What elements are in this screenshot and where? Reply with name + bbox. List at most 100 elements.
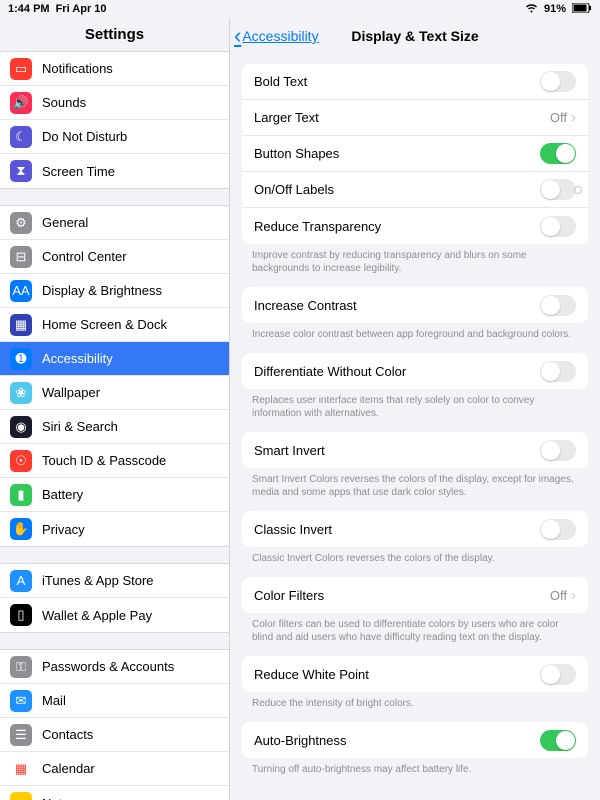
notes-icon: ≡ bbox=[10, 792, 32, 800]
wifi-icon bbox=[525, 3, 538, 16]
sidebar-item-dnd[interactable]: ☾ Do Not Disturb bbox=[0, 120, 229, 154]
battery-icon bbox=[572, 3, 592, 16]
section-footer: Improve contrast by reducing transparenc… bbox=[230, 244, 600, 277]
section-footer: Reduce the intensity of bright colors. bbox=[230, 692, 600, 712]
row-label: Differentiate Without Color bbox=[254, 364, 540, 379]
row-increase-contrast[interactable]: Increase Contrast bbox=[242, 287, 588, 323]
button-shapes-switch[interactable] bbox=[540, 143, 576, 164]
row-label: Increase Contrast bbox=[254, 298, 540, 313]
reduce-white-point-switch[interactable] bbox=[540, 664, 576, 685]
mail-icon: ✉ bbox=[10, 690, 32, 712]
row-larger-text[interactable]: Larger TextOff › bbox=[242, 100, 588, 136]
sidebar-item-privacy[interactable]: ✋Privacy bbox=[0, 512, 229, 546]
smart-invert-switch[interactable] bbox=[540, 440, 576, 461]
auto-brightness-switch[interactable] bbox=[540, 730, 576, 751]
sidebar-item-label: Wallpaper bbox=[42, 385, 100, 400]
section-footer: Classic Invert Colors reverses the color… bbox=[230, 547, 600, 567]
sidebar-item-label: Sounds bbox=[42, 95, 86, 110]
sidebar-item-screentime[interactable]: ⧗ Screen Time bbox=[0, 154, 229, 188]
sidebar-item-notes[interactable]: ≡ Notes bbox=[0, 786, 229, 800]
row-button-shapes[interactable]: Button Shapes bbox=[242, 136, 588, 172]
row-label: Auto-Brightness bbox=[254, 733, 540, 748]
onoff-labels-switch[interactable] bbox=[540, 179, 576, 200]
sounds-icon: 🔊 bbox=[10, 92, 32, 114]
sidebar-item-display[interactable]: AA Display & Brightness bbox=[0, 274, 229, 308]
sidebar-item-label: Notes bbox=[42, 796, 76, 800]
sidebar-item-homescreen[interactable]: ▦ Home Screen & Dock bbox=[0, 308, 229, 342]
row-reduce-white-point[interactable]: Reduce White Point bbox=[242, 656, 588, 692]
increase-contrast-switch[interactable] bbox=[540, 295, 576, 316]
bold-text-switch[interactable] bbox=[540, 71, 576, 92]
sidebar-item-label: Touch ID & Passcode bbox=[42, 453, 166, 468]
row-diff-without-color[interactable]: Differentiate Without Color bbox=[242, 353, 588, 389]
sidebar-item-label: Screen Time bbox=[42, 164, 115, 179]
calendar-icon: ▦ bbox=[10, 758, 32, 780]
screentime-icon: ⧗ bbox=[10, 160, 32, 182]
section-footer: Increase color contrast between app fore… bbox=[230, 323, 600, 343]
wallet-icon: ▯ bbox=[10, 604, 32, 626]
row-color-filters[interactable]: Color FiltersOff› bbox=[242, 577, 588, 613]
sidebar-item-battery[interactable]: ▮Battery bbox=[0, 478, 229, 512]
nav-bar: Accessibility Display & Text Size bbox=[230, 18, 600, 54]
passwords-icon: ⚿ bbox=[10, 656, 32, 678]
touchid-icon: ☉ bbox=[10, 450, 32, 472]
sidebar-item-mail[interactable]: ✉Mail bbox=[0, 684, 229, 718]
sidebar-title: Settings bbox=[0, 18, 229, 51]
display-icon: AA bbox=[10, 280, 32, 302]
sidebar-item-label: Siri & Search bbox=[42, 419, 118, 434]
sidebar-item-label: Home Screen & Dock bbox=[42, 317, 167, 332]
row-reduce-transparency[interactable]: Reduce Transparency bbox=[242, 208, 588, 244]
row-onoff-labels[interactable]: On/Off Labels bbox=[242, 172, 588, 208]
row-value: Off bbox=[550, 110, 567, 125]
section-footer: Color filters can be used to differentia… bbox=[230, 613, 600, 646]
sidebar-item-touchid[interactable]: ☉ Touch ID & Passcode bbox=[0, 444, 229, 478]
sidebar-item-wallpaper[interactable]: ❀Wallpaper bbox=[0, 376, 229, 410]
sidebar-item-sounds[interactable]: 🔊 Sounds bbox=[0, 86, 229, 120]
sidebar-item-label: Contacts bbox=[42, 727, 93, 742]
status-time: 1:44 PM bbox=[8, 3, 50, 15]
sidebar-item-label: Calendar bbox=[42, 761, 95, 776]
controlcenter-icon: ⊟ bbox=[10, 246, 32, 268]
main-panel: Accessibility Display & Text Size Bold T… bbox=[230, 18, 600, 800]
sidebar-item-controlcenter[interactable]: ⊟ Control Center bbox=[0, 240, 229, 274]
sidebar-item-label: Accessibility bbox=[42, 351, 113, 366]
sidebar-item-itunes[interactable]: AiTunes & App Store bbox=[0, 564, 229, 598]
row-classic-invert[interactable]: Classic Invert bbox=[242, 511, 588, 547]
section-footer: Replaces user interface items that rely … bbox=[230, 389, 600, 422]
sidebar-item-label: Control Center bbox=[42, 249, 127, 264]
homescreen-icon: ▦ bbox=[10, 314, 32, 336]
sidebar-item-label: iTunes & App Store bbox=[42, 573, 154, 588]
back-button[interactable]: Accessibility bbox=[230, 23, 319, 49]
sidebar-item-contacts[interactable]: ☰Contacts bbox=[0, 718, 229, 752]
sidebar-item-label: Display & Brightness bbox=[42, 283, 162, 298]
classic-invert-switch[interactable] bbox=[540, 519, 576, 540]
section-footer: Turning off auto-brightness may affect b… bbox=[230, 758, 600, 778]
row-label: On/Off Labels bbox=[254, 182, 540, 197]
privacy-icon: ✋ bbox=[10, 518, 32, 540]
status-date: Fri Apr 10 bbox=[56, 3, 107, 15]
row-value: Off bbox=[550, 588, 567, 603]
general-icon: ⚙ bbox=[10, 212, 32, 234]
row-smart-invert[interactable]: Smart Invert bbox=[242, 432, 588, 468]
dnd-icon: ☾ bbox=[10, 126, 32, 148]
row-label: Larger Text bbox=[254, 110, 550, 125]
chevron-icon: › bbox=[571, 109, 576, 126]
row-auto-brightness[interactable]: Auto-Brightness bbox=[242, 722, 588, 758]
sidebar-item-notifications[interactable]: ▭Notifications bbox=[0, 52, 229, 86]
sidebar-item-siri[interactable]: ◉Siri & Search bbox=[0, 410, 229, 444]
reduce-transparency-switch[interactable] bbox=[540, 216, 576, 237]
sidebar-item-label: Battery bbox=[42, 487, 83, 502]
row-bold-text[interactable]: Bold Text bbox=[242, 64, 588, 100]
diff-without-color-switch[interactable] bbox=[540, 361, 576, 382]
sidebar-item-calendar[interactable]: ▦ Calendar bbox=[0, 752, 229, 786]
itunes-icon: A bbox=[10, 570, 32, 592]
status-bar: 1:44 PM Fri Apr 10 91% bbox=[0, 0, 600, 18]
sidebar-item-passwords[interactable]: ⚿Passwords & Accounts bbox=[0, 650, 229, 684]
accessibility-icon: ➊ bbox=[10, 348, 32, 370]
sidebar-item-label: Do Not Disturb bbox=[42, 129, 127, 144]
row-label: Classic Invert bbox=[254, 522, 540, 537]
row-label: Color Filters bbox=[254, 588, 550, 603]
sidebar-item-accessibility[interactable]: ➊ Accessibility bbox=[0, 342, 229, 376]
sidebar-item-wallet[interactable]: ▯Wallet & Apple Pay bbox=[0, 598, 229, 632]
sidebar-item-general[interactable]: ⚙General bbox=[0, 206, 229, 240]
